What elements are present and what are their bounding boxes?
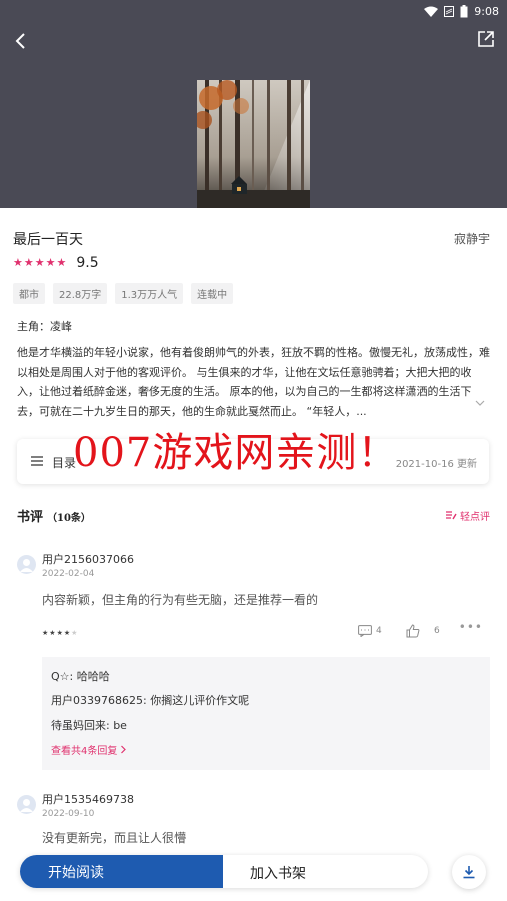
protagonist: 主角：凌峰 [17, 320, 72, 333]
star-icon: ★ [45, 256, 56, 269]
review-text[interactable]: 内容新颖，但主角的行为有些无脑，还是推荐一看的 [42, 591, 318, 608]
review-stars: ★★★★★ [42, 629, 78, 637]
like-button[interactable]: 6 [406, 624, 440, 638]
back-icon[interactable] [10, 30, 32, 52]
star-icon: ★ [13, 256, 23, 269]
battery-icon [460, 4, 468, 17]
review-text[interactable]: 没有更新完，而且让人很懵 [42, 829, 186, 846]
status-time: 9:08 [474, 4, 499, 18]
review-user[interactable]: 用户1535469738 [42, 791, 134, 807]
bottom-action-bar: 开始阅读 加入书架 [20, 855, 428, 888]
toc-update-date: 2021-10-16 更新 [395, 459, 477, 470]
edit-list-icon [446, 511, 457, 520]
reply-item[interactable]: 待虽妈回来: be [51, 717, 127, 733]
share-icon[interactable] [477, 30, 495, 48]
review-user[interactable]: 用户2156037066 [42, 551, 134, 567]
view-replies-label: 查看共4条回复 [51, 746, 118, 757]
add-to-shelf-button[interactable]: 加入书架 [250, 863, 306, 883]
star-icon: ★ [23, 256, 34, 269]
chevron-right-icon [121, 745, 127, 754]
more-options-icon[interactable]: ••• [459, 620, 483, 634]
status-bar: 9:08 [424, 3, 499, 19]
star-filled-icon: ★ [49, 629, 57, 637]
comment-icon [358, 625, 372, 637]
download-icon [463, 866, 475, 879]
book-description[interactable]: 他是才华横溢的年轻小说家，他有着俊朗帅气的外表，狂放不羁的性格。傲慢无礼，放荡成… [17, 343, 490, 423]
book-tag[interactable]: 连载中 [191, 283, 234, 304]
star-icon: ★ [56, 256, 67, 269]
star-icon: ★ [34, 256, 45, 269]
book-tags: 都市 22.8万字 1.3万万人气 连载中 [13, 283, 234, 304]
rating-stars: ★ ★ ★ ★ ★ [13, 256, 66, 270]
rating-row: ★ ★ ★ ★ ★ 9.5 [13, 255, 99, 271]
book-author[interactable]: 寂静宇 [454, 230, 490, 247]
reviews-title: 书评 （10条） [17, 506, 91, 525]
write-review-button[interactable]: 轻点评 [446, 508, 490, 523]
user-avatar-icon [20, 559, 33, 572]
avatar[interactable] [17, 795, 36, 814]
list-icon [31, 456, 43, 466]
reply-item[interactable]: Q☆: 哈哈哈 [51, 668, 110, 684]
view-all-replies-link[interactable]: 查看共4条回复 [51, 742, 127, 757]
review-replies: Q☆: 哈哈哈 用户0339768625: 你搁这儿评价作文呢 待虽妈回来: b… [42, 657, 490, 770]
chevron-down-icon[interactable] [474, 397, 486, 409]
book-header: 9:08 [0, 0, 507, 208]
reply-item[interactable]: 用户0339768625: 你搁这儿评价作文呢 [51, 692, 249, 708]
write-review-label: 轻点评 [460, 512, 490, 523]
star-empty-icon: ★ [71, 629, 79, 637]
start-reading-button[interactable]: 开始阅读 [20, 855, 223, 888]
review-date: 2022-02-04 [42, 569, 95, 579]
book-tag[interactable]: 22.8万字 [53, 283, 108, 304]
forest-cabin-image [197, 80, 310, 208]
comment-button[interactable]: 4 [358, 625, 382, 637]
user-avatar-icon [20, 799, 33, 812]
avatar[interactable] [17, 555, 36, 574]
download-button[interactable] [452, 855, 486, 889]
star-filled-icon: ★ [56, 629, 64, 637]
book-tag[interactable]: 1.3万万人气 [115, 283, 184, 304]
book-tag[interactable]: 都市 [13, 283, 45, 304]
watermark-text: 007游戏网亲测！ [73, 430, 399, 476]
reviews-count: （10条） [47, 513, 91, 524]
rating-score: 9.5 [76, 255, 99, 271]
like-count: 6 [434, 626, 440, 636]
sim-icon [444, 5, 455, 17]
comment-count: 4 [376, 626, 382, 636]
book-cover[interactable] [197, 80, 310, 208]
wifi-icon [424, 6, 439, 17]
reviews-title-label: 书评 [17, 510, 44, 525]
book-title: 最后一百天 [13, 232, 83, 248]
review-date: 2022-09-10 [42, 809, 95, 819]
thumbs-up-icon [406, 624, 420, 638]
